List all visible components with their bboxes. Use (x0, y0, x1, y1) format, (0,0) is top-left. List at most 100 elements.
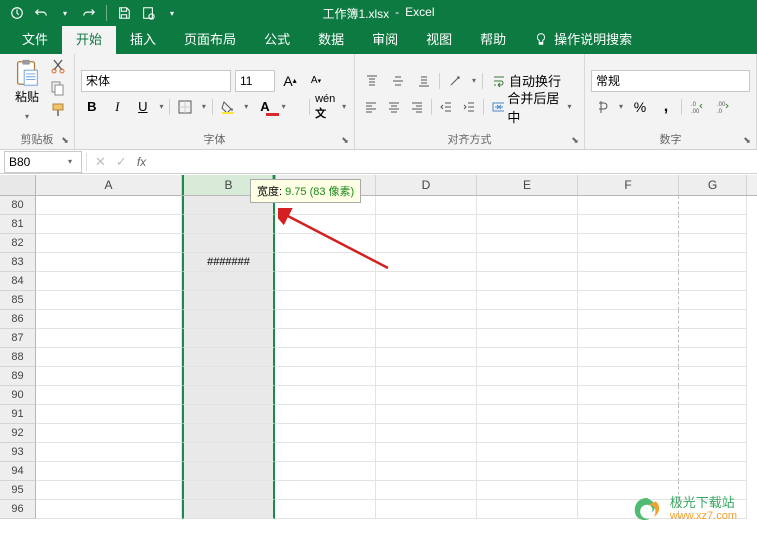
cell[interactable] (679, 310, 747, 329)
formula-bar-input[interactable] (154, 151, 757, 173)
undo-dropdown-icon[interactable]: ▾ (58, 6, 72, 20)
cell[interactable] (578, 443, 679, 462)
cell[interactable] (578, 329, 679, 348)
tab-formula[interactable]: 公式 (250, 23, 304, 54)
cell[interactable] (679, 215, 747, 234)
paste-dropdown-icon[interactable]: ▾ (23, 105, 31, 127)
increase-indent-button[interactable] (459, 96, 478, 118)
cell[interactable] (376, 500, 477, 519)
tab-view[interactable]: 视图 (412, 23, 466, 54)
cell[interactable] (477, 196, 578, 215)
accounting-dropdown-icon[interactable]: ▾ (617, 96, 625, 118)
cell[interactable] (275, 443, 376, 462)
cell[interactable] (679, 424, 747, 443)
cell[interactable] (376, 348, 477, 367)
redo-icon[interactable] (82, 6, 96, 20)
bold-button[interactable]: B (81, 96, 103, 118)
save-icon[interactable] (117, 6, 131, 20)
cell[interactable] (477, 272, 578, 291)
cell[interactable] (477, 367, 578, 386)
cell[interactable] (182, 272, 275, 291)
cell[interactable] (679, 462, 747, 481)
cell[interactable] (36, 253, 182, 272)
cell[interactable] (376, 272, 477, 291)
cell[interactable] (376, 481, 477, 500)
tab-home[interactable]: 开始 (62, 23, 116, 54)
merge-center-button[interactable]: 合并后居中 ▾ (487, 96, 578, 118)
row-header-95[interactable]: 95 (0, 481, 36, 500)
italic-button[interactable]: I (107, 96, 129, 118)
cell[interactable] (182, 424, 275, 443)
row-header-91[interactable]: 91 (0, 405, 36, 424)
number-launcher[interactable]: ⬊ (741, 134, 753, 146)
cell[interactable] (36, 215, 182, 234)
phonetic-dropdown-icon[interactable]: ▾ (340, 96, 348, 118)
cell[interactable] (376, 367, 477, 386)
cell[interactable] (182, 405, 275, 424)
cell[interactable] (36, 329, 182, 348)
cell[interactable] (275, 462, 376, 481)
col-header-E[interactable]: E (477, 175, 578, 195)
cell[interactable] (182, 329, 275, 348)
cell[interactable] (376, 215, 477, 234)
cell[interactable] (679, 443, 747, 462)
row-header-83[interactable]: 83 (0, 253, 36, 272)
cell[interactable] (477, 443, 578, 462)
grid-body[interactable]: ####### (36, 196, 757, 519)
name-box[interactable]: B80 ▾ (4, 151, 82, 173)
cell[interactable] (376, 424, 477, 443)
cell[interactable] (477, 234, 578, 253)
row-header-96[interactable]: 96 (0, 500, 36, 519)
cell[interactable] (578, 462, 679, 481)
row-header-89[interactable]: 89 (0, 367, 36, 386)
cell[interactable] (275, 291, 376, 310)
col-header-G[interactable]: G (679, 175, 747, 195)
align-center-button[interactable] (384, 96, 403, 118)
name-box-dropdown-icon[interactable]: ▾ (63, 157, 77, 166)
border-dropdown-icon[interactable]: ▾ (200, 96, 208, 118)
paste-button[interactable]: 粘贴 ▾ (8, 58, 46, 129)
cell[interactable] (36, 405, 182, 424)
cell[interactable] (182, 215, 275, 234)
tab-file[interactable]: 文件 (8, 23, 62, 54)
cell[interactable] (679, 234, 747, 253)
cell[interactable] (376, 310, 477, 329)
cell[interactable] (679, 196, 747, 215)
orientation-button[interactable] (444, 70, 466, 92)
decrease-indent-button[interactable] (436, 96, 455, 118)
align-right-button[interactable] (408, 96, 427, 118)
cell[interactable] (275, 367, 376, 386)
cell[interactable] (477, 462, 578, 481)
cell[interactable] (182, 462, 275, 481)
cell[interactable] (477, 291, 578, 310)
align-bottom-button[interactable] (413, 70, 435, 92)
cancel-formula-icon[interactable]: ✕ (95, 154, 106, 170)
comma-button[interactable]: , (655, 96, 677, 118)
tab-help[interactable]: 帮助 (466, 23, 520, 54)
cell[interactable] (36, 481, 182, 500)
cell[interactable] (182, 348, 275, 367)
border-button[interactable] (174, 96, 196, 118)
fill-dropdown-icon[interactable]: ▾ (242, 96, 250, 118)
row-header-94[interactable]: 94 (0, 462, 36, 481)
cell[interactable] (376, 253, 477, 272)
undo-icon[interactable] (34, 6, 48, 20)
cell[interactable] (376, 329, 477, 348)
fx-icon[interactable]: fx (137, 155, 146, 169)
cell[interactable] (477, 405, 578, 424)
cell[interactable] (679, 253, 747, 272)
row-header-87[interactable]: 87 (0, 329, 36, 348)
cell[interactable] (275, 310, 376, 329)
tab-review[interactable]: 审阅 (358, 23, 412, 54)
font-name-select[interactable] (81, 70, 231, 92)
cell[interactable] (578, 348, 679, 367)
orientation-dropdown-icon[interactable]: ▾ (470, 70, 478, 92)
cell[interactable] (275, 348, 376, 367)
fill-color-button[interactable] (217, 96, 239, 118)
cell[interactable] (36, 386, 182, 405)
cell[interactable] (477, 386, 578, 405)
cell[interactable] (275, 405, 376, 424)
font-size-select[interactable] (235, 70, 275, 92)
decrease-font-button[interactable]: A▾ (305, 70, 327, 92)
cell[interactable] (578, 196, 679, 215)
